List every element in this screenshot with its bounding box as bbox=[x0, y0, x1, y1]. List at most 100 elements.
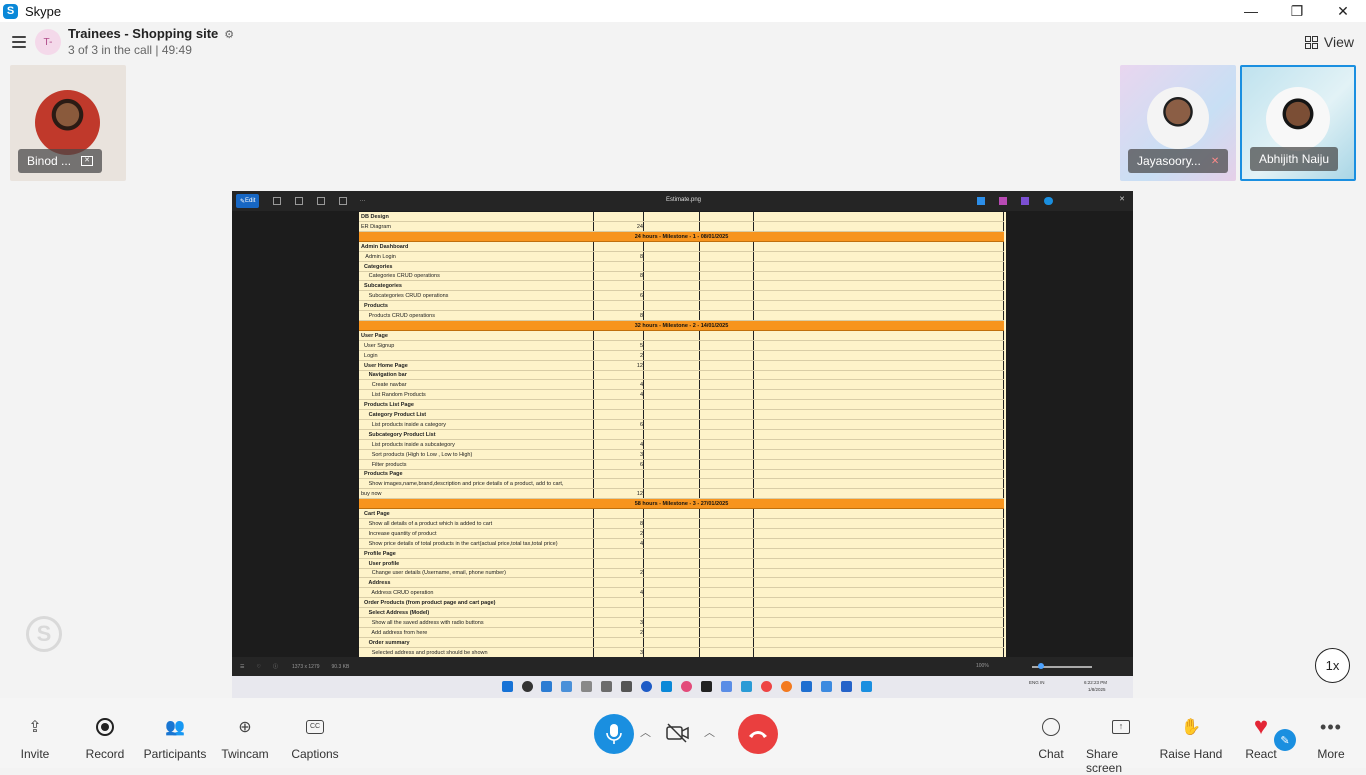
participants-label: Participants bbox=[143, 747, 207, 761]
gear-icon[interactable]: ⚙ bbox=[224, 29, 234, 41]
print-icon[interactable] bbox=[317, 197, 326, 205]
task-row: Category Product List bbox=[359, 410, 1004, 420]
task-label: Change user details (Username, email, ph… bbox=[361, 570, 506, 577]
participant-tile-abhijith[interactable]: Abhijith Naiju bbox=[1240, 65, 1356, 181]
task-row: Add address from here 2 bbox=[359, 628, 1004, 638]
app-icon bbox=[721, 681, 732, 692]
task-row: Sort products (High to Low , Low to High… bbox=[359, 450, 1004, 460]
more-icon[interactable]: ··· bbox=[359, 198, 365, 204]
task-row: User profile bbox=[359, 559, 1004, 569]
shared-screen[interactable]: ✎ Edit ··· Estimate.png ✕ DB Design ER Di… bbox=[232, 191, 1133, 676]
muted-mic-icon: ✕ bbox=[1210, 155, 1220, 167]
hand-icon: ✋ bbox=[1181, 719, 1201, 736]
edit-button[interactable]: ✎ Edit bbox=[236, 194, 260, 208]
viewer-statusbar: ☰ ♡ ⓘ 1373 x 1279 90.3 KB 100% bbox=[232, 657, 1133, 676]
onedrive-icon bbox=[1044, 197, 1053, 205]
task-row: Categories bbox=[359, 262, 1004, 272]
share-screen-button[interactable]: ↑ Share screen bbox=[1086, 716, 1156, 775]
skype-logo-icon: S bbox=[3, 3, 18, 19]
zoom-slider-thumb[interactable] bbox=[1038, 663, 1044, 669]
playback-speed-badge[interactable]: 1x bbox=[1315, 648, 1350, 683]
participant-name: Binod ... bbox=[27, 154, 72, 168]
pencil-icon[interactable]: ✎ bbox=[1274, 729, 1296, 751]
milestone-row: 58 hours - Milestone - 3 - 27/01/2025 bbox=[359, 499, 1004, 510]
task-row: Selected address and product should be s… bbox=[359, 648, 1004, 657]
app-icon bbox=[821, 681, 832, 692]
task-row: Subcategories CRUD operations 6 bbox=[359, 291, 1004, 302]
task-hours: 12 bbox=[636, 491, 643, 498]
menu-icon[interactable] bbox=[12, 36, 26, 48]
task-label: Products bbox=[361, 303, 388, 310]
mic-options-chevron-icon[interactable]: ︿ bbox=[640, 724, 651, 740]
task-label: Address bbox=[361, 580, 391, 587]
camera-options-chevron-icon[interactable]: ︿ bbox=[704, 724, 715, 740]
task-label: Products List Page bbox=[361, 402, 414, 409]
twincam-button[interactable]: ⊕ Twincam bbox=[210, 716, 280, 761]
task-row: Subcategory Product List bbox=[359, 430, 1004, 440]
task-label: Login bbox=[361, 352, 378, 359]
task-row: Create navbar 4 bbox=[359, 380, 1004, 391]
microphone-button[interactable] bbox=[594, 714, 634, 754]
task-row: Subcategories bbox=[359, 281, 1004, 292]
app-icon bbox=[701, 681, 712, 692]
app-icon bbox=[741, 681, 752, 692]
milestone-row: 24 hours - Milestone - 1 - 08/01/2025 bbox=[359, 231, 1004, 242]
task-hours: 3 bbox=[639, 619, 643, 626]
close-button[interactable]: ✕ bbox=[1320, 0, 1366, 22]
app-icon bbox=[781, 681, 792, 692]
end-call-button[interactable] bbox=[738, 714, 778, 754]
task-label: Admin Login bbox=[361, 253, 396, 260]
minimize-button[interactable]: — bbox=[1228, 0, 1274, 22]
task-label: Address CRUD operation bbox=[361, 590, 434, 597]
view-button[interactable]: View bbox=[1304, 34, 1354, 50]
screen-share-icon: ✕ bbox=[81, 156, 94, 166]
record-button[interactable]: Record bbox=[70, 716, 140, 761]
task-row: Address bbox=[359, 578, 1004, 589]
app-icon bbox=[1021, 197, 1029, 205]
task-label: Show price details of total products in … bbox=[361, 540, 558, 547]
more-label: More bbox=[1317, 747, 1345, 761]
restore-button[interactable]: ❐ bbox=[1274, 0, 1320, 22]
zoom-value[interactable]: 100% bbox=[976, 663, 989, 669]
camera-off-icon bbox=[666, 723, 689, 743]
camera-off-button[interactable] bbox=[666, 723, 690, 743]
invite-button[interactable]: ⇪ Invite bbox=[0, 716, 70, 761]
filmstrip-icon[interactable]: ☰ bbox=[240, 664, 244, 670]
vscode-icon bbox=[541, 681, 552, 692]
participant-tile-binod[interactable]: Binod ... ✕ bbox=[10, 65, 126, 181]
task-row: Products CRUD operations 8 bbox=[359, 311, 1004, 321]
captions-button[interactable]: CC Captions bbox=[280, 716, 350, 761]
participant-tile-jayasoorya[interactable]: Jayasoory... ✕ bbox=[1120, 65, 1236, 181]
task-label: Products Page bbox=[361, 471, 403, 478]
participants-button[interactable]: 👥 Participants bbox=[140, 716, 210, 761]
call-title[interactable]: Trainees - Shopping site bbox=[68, 26, 218, 41]
task-hours: 5 bbox=[639, 342, 643, 349]
task-label: User Signup bbox=[361, 342, 395, 349]
task-label: Admin Dashboard bbox=[361, 243, 409, 250]
task-row: Show all the saved address with radio bu… bbox=[359, 618, 1004, 628]
favorite-icon[interactable]: ♡ bbox=[256, 664, 260, 670]
task-label: Select Address (Model) bbox=[361, 610, 430, 616]
task-label: Filter products bbox=[361, 461, 407, 468]
task-label: Create navbar bbox=[361, 382, 407, 389]
task-row: DB Design bbox=[359, 212, 1004, 222]
more-button[interactable]: ••• More bbox=[1296, 716, 1366, 762]
info-icon[interactable]: ⓘ bbox=[273, 663, 278, 670]
task-row: Categories CRUD operations 8 bbox=[359, 271, 1004, 282]
rotate-icon[interactable] bbox=[273, 197, 282, 205]
delete-icon[interactable] bbox=[295, 197, 304, 205]
viewer-close-icon[interactable]: ✕ bbox=[1119, 195, 1125, 203]
raise-hand-button[interactable]: ✋ Raise Hand bbox=[1156, 716, 1226, 761]
chat-button[interactable]: Chat bbox=[1016, 716, 1086, 761]
task-row: Address CRUD operation 4 bbox=[359, 588, 1004, 599]
task-label: Show images,name,brand,description and p… bbox=[361, 481, 564, 488]
task-row: Login 2 bbox=[359, 351, 1004, 361]
task-label: Order summary bbox=[361, 639, 410, 646]
viewer-filename: Estimate.png bbox=[666, 197, 702, 203]
task-hours: 4 bbox=[639, 392, 643, 399]
share-icon[interactable] bbox=[339, 197, 348, 205]
share-out-icon: ⇪ bbox=[28, 719, 42, 736]
task-label: User Page bbox=[361, 332, 388, 339]
group-avatar[interactable]: T- bbox=[35, 29, 61, 55]
task-label: Subcategory Product List bbox=[361, 431, 436, 438]
